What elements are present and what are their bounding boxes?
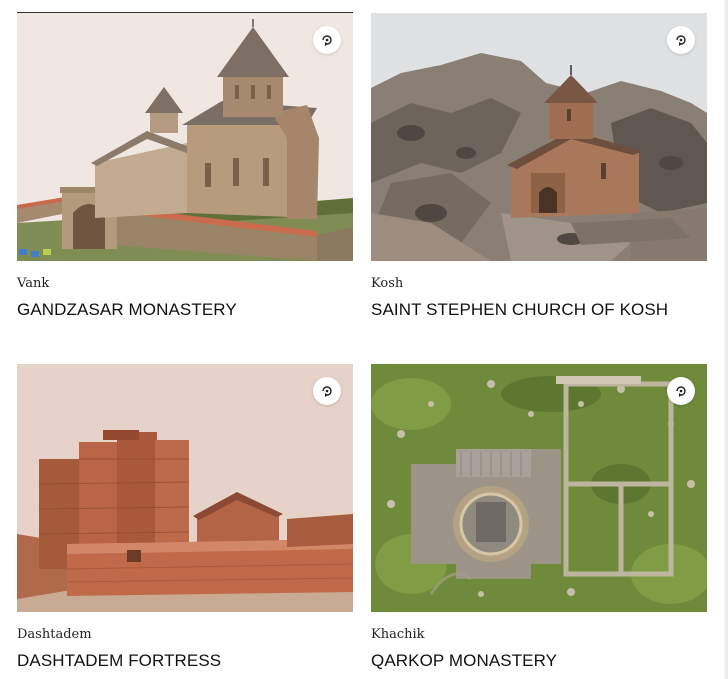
360-view-icon xyxy=(676,386,686,397)
360-view-button[interactable] xyxy=(667,377,695,405)
360-view-icon xyxy=(322,386,332,397)
monument-image-gandzasar[interactable] xyxy=(17,13,353,261)
card-title[interactable]: QARKOP MONASTERY xyxy=(371,651,707,671)
gandzasar-photo xyxy=(17,13,353,261)
monument-card-gandzasar[interactable]: Vank GANDZASAR MONASTERY xyxy=(17,13,353,320)
card-title[interactable]: SAINT STEPHEN CHURCH OF KOSH xyxy=(371,300,707,320)
card-location: Khachik xyxy=(371,627,425,642)
card-location: Kosh xyxy=(371,276,404,291)
360-view-icon xyxy=(676,35,686,46)
card-title[interactable]: DASHTADEM FORTRESS xyxy=(17,651,353,671)
360-view-button[interactable] xyxy=(667,26,695,54)
monument-card-kosh[interactable]: Kosh SAINT STEPHEN CHURCH OF KOSH xyxy=(371,13,707,320)
monument-card-qarkop[interactable]: Khachik QARKOP MONASTERY xyxy=(371,364,707,671)
360-view-button[interactable] xyxy=(313,377,341,405)
card-title[interactable]: GANDZASAR MONASTERY xyxy=(17,300,353,320)
scroll-edge xyxy=(724,0,728,679)
monument-image-qarkop[interactable] xyxy=(371,364,707,612)
dashtadem-photo xyxy=(17,364,353,612)
monument-card-dashtadem[interactable]: Dashtadem DASHTADEM FORTRESS xyxy=(17,364,353,671)
qarkop-photo xyxy=(371,364,707,612)
360-view-icon xyxy=(322,35,332,46)
card-location: Dashtadem xyxy=(17,627,92,642)
monument-image-kosh[interactable] xyxy=(371,13,707,261)
monument-image-dashtadem[interactable] xyxy=(17,364,353,612)
card-location: Vank xyxy=(17,276,50,291)
360-view-button[interactable] xyxy=(313,26,341,54)
kosh-photo xyxy=(371,13,707,261)
